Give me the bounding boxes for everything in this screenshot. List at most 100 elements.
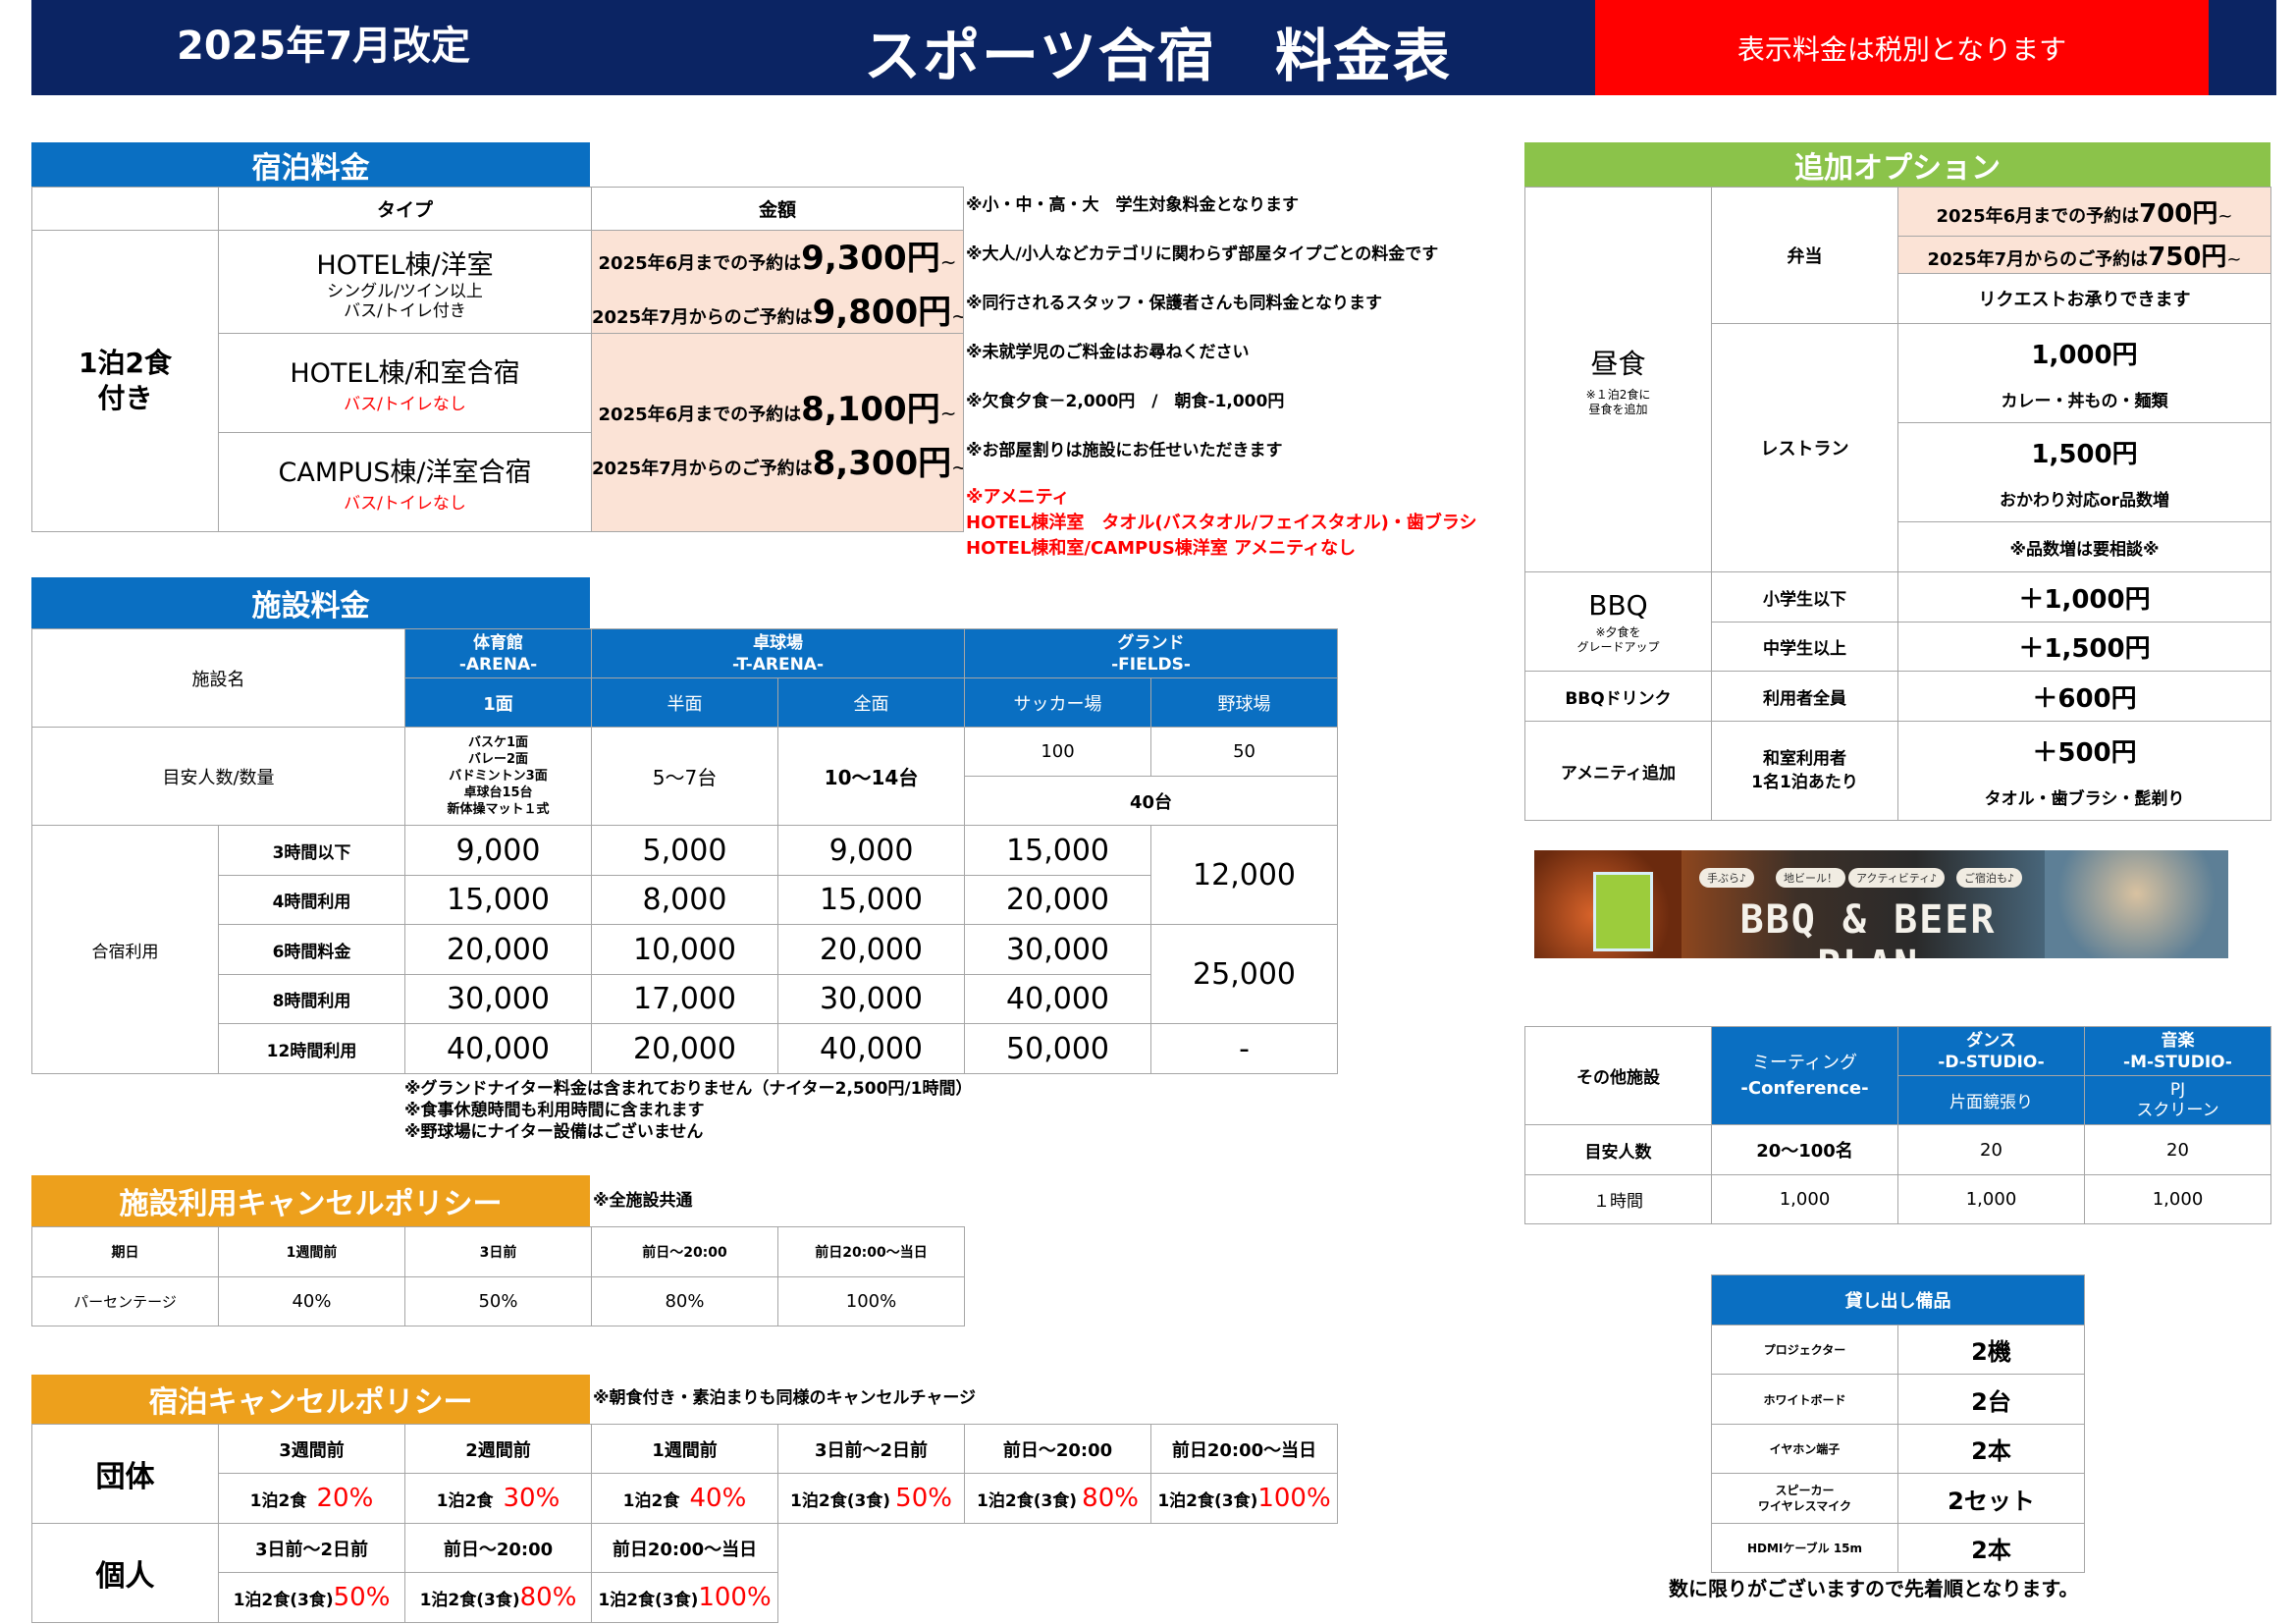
dance-name: ダンス bbox=[1966, 1030, 2016, 1051]
soccer-header: サッカー場 bbox=[964, 677, 1152, 728]
cancel-pct: 100% bbox=[1257, 1484, 1331, 1513]
banner-tag: ご宿泊も♪ bbox=[1956, 868, 2023, 888]
rental-qty: 2本 bbox=[1897, 1523, 2085, 1573]
facility-section-title: 施設料金 bbox=[31, 577, 590, 628]
meal-label: 1泊2食(3食) bbox=[1157, 1491, 1258, 1511]
t-half-capacity: 5～7台 bbox=[591, 727, 778, 826]
price-cell: 40,000 bbox=[404, 1023, 592, 1074]
amenity-note: HOTEL棟洋室 タオル(バスタオル/フェイスタオル)・歯ブラシ bbox=[966, 513, 1477, 533]
amenity-label: アメニティ追加 bbox=[1524, 721, 1712, 821]
price-cell: 20,000 bbox=[591, 1023, 778, 1074]
usage-label: 合宿利用 bbox=[31, 825, 219, 1074]
facility-table: 施設名 体育館 -ARENA- 卓球場 -T-ARENA- グランド -FIEL… bbox=[31, 628, 1339, 1074]
facility-cancel-title: 施設利用キャンセルポリシー bbox=[31, 1175, 590, 1226]
bento-label: 弁当 bbox=[1711, 187, 1898, 324]
price-shared: 2025年6月までの予約は8,100円~ 2025年7月からのご予約は8,300… bbox=[591, 333, 964, 532]
bbq-beer-banner[interactable]: 手ぶら♪ 地ビール！ アクティビティ♪ ご宿泊も♪ BBQ & BEER PLA… bbox=[1534, 850, 2228, 958]
group-header: 3週間前 bbox=[218, 1424, 405, 1474]
arena-capacity-item: 卓球台15台 bbox=[463, 785, 533, 800]
room-sub: バス/トイレ付き bbox=[344, 300, 466, 321]
other-facilities-table: その他施設 ミーティング -Conference- ダンス -D-STUDIO-… bbox=[1524, 1026, 2271, 1224]
music-name: 音楽 bbox=[2161, 1030, 2195, 1051]
rest-note: ※品数増は要相談※ bbox=[1897, 521, 2271, 572]
price-label: 2025年7月からのご予約は bbox=[592, 307, 813, 328]
other-label: その他施設 bbox=[1524, 1026, 1712, 1125]
drink-image bbox=[1593, 872, 1653, 951]
t-full-capacity: 10～14台 bbox=[776, 727, 966, 826]
options-table: 昼食 ※１泊2食に 昼食を追加 弁当 2025年6月までの予約は700円~ 20… bbox=[1524, 187, 2271, 821]
facility-note: ※野球場にナイター設備はございません bbox=[404, 1122, 704, 1142]
restaurant-price-2: 1,500円 おかわり対応or品数増 bbox=[1897, 422, 2271, 522]
room-name: HOTEL棟/洋室 bbox=[316, 249, 494, 281]
page-title: スポーツ合宿 料金表 bbox=[864, 23, 1452, 89]
price-cell: 15,000 bbox=[964, 825, 1152, 876]
arena-name: 体育館 bbox=[473, 632, 523, 653]
usage-row-label: 12時間利用 bbox=[218, 1023, 405, 1074]
group-label: 団体 bbox=[31, 1424, 219, 1524]
price-cell: 5,000 bbox=[591, 825, 778, 876]
capacity-value: 20 bbox=[1897, 1124, 2085, 1175]
lodging-note: ※未就学児のご料金はお尋ねください bbox=[966, 343, 1250, 362]
price-cell: 8,000 bbox=[591, 875, 778, 925]
cancel-pct: 40% bbox=[218, 1276, 405, 1326]
arena-capacity-item: 新体操マット１式 bbox=[447, 802, 550, 817]
lodging-note: ※小・中・高・大 学生対象料金となります bbox=[966, 195, 1300, 215]
cancel-header: 前日～20:00 bbox=[591, 1226, 778, 1277]
rental-qty: 2本 bbox=[1897, 1424, 2085, 1474]
bento-price-2: 2025年7月からのご予約は750円~ bbox=[1897, 236, 2271, 274]
music-code: -M-STUDIO- bbox=[2123, 1052, 2232, 1072]
price-label: 2025年6月までの予約は bbox=[598, 404, 802, 425]
room-hotel-western: HOTEL棟/洋室 シングル/ツイン以上 バス/トイレ付き bbox=[218, 230, 592, 334]
restaurant-price-1: 1,000円 カレー・丼もの・麺類 bbox=[1897, 323, 2271, 423]
tilde: ~ bbox=[2217, 206, 2233, 227]
price-value: 1,500円 bbox=[2031, 440, 2138, 469]
individual-header: 前日20:00～当日 bbox=[591, 1523, 778, 1573]
rental-item: プロジェクター bbox=[1711, 1325, 1898, 1375]
meeting-header: ミーティング -Conference- bbox=[1711, 1026, 1898, 1125]
cancel-pct: 40% bbox=[689, 1484, 747, 1513]
price-cell: 10,000 bbox=[591, 924, 778, 975]
bbq-elem-price: ＋1,000円 bbox=[1897, 571, 2271, 623]
facility-notes: ※グランドナイター料金は含まれておりません（ナイター2,500円/1時間） ※食… bbox=[404, 1078, 972, 1143]
capacity-label: 目安人数 bbox=[1524, 1124, 1712, 1175]
price-cell: 20,000 bbox=[404, 924, 592, 975]
t-arena-half: 半面 bbox=[591, 677, 778, 728]
price-cell: 20,000 bbox=[964, 875, 1152, 925]
baseball-capacity: 50 bbox=[1150, 727, 1339, 777]
lodging-blank bbox=[31, 187, 219, 231]
bento-request: リクエストお承りできます bbox=[1897, 273, 2271, 324]
meal-label: 1泊2食 bbox=[249, 1491, 307, 1511]
drink-label: BBQドリンク bbox=[1524, 671, 1712, 722]
price-hotel-western: 2025年6月までの予約は9,300円~ 2025年7月からのご予約は9,800… bbox=[591, 230, 964, 334]
cancel-pct: 100% bbox=[698, 1583, 772, 1612]
t-arena-code: -T-ARENA- bbox=[732, 654, 825, 675]
col-type: タイプ bbox=[218, 187, 592, 231]
hour-price: 1,000 bbox=[1711, 1174, 1898, 1224]
bbq-elem-label: 小学生以下 bbox=[1711, 571, 1898, 623]
arena-code: -ARENA- bbox=[458, 654, 538, 675]
rental-item: ホワイトボード bbox=[1711, 1374, 1898, 1425]
bbq-note: ※夕食を bbox=[1595, 624, 1641, 639]
amenity-price-cell: ＋500円 タオル・歯ブラシ・髭剃り bbox=[1897, 721, 2271, 821]
price-cell: 30,000 bbox=[776, 974, 966, 1024]
rental-title: 貸し出し備品 bbox=[1711, 1274, 2085, 1326]
baseball-price: 12,000 bbox=[1150, 825, 1339, 925]
amenity-desc: タオル・歯ブラシ・髭剃り bbox=[1984, 789, 2185, 809]
restaurant-label: レストラン bbox=[1711, 323, 1898, 572]
people-image bbox=[2045, 850, 2228, 958]
room-name: HOTEL棟/和室合宿 bbox=[290, 358, 520, 389]
price-cell: 30,000 bbox=[964, 924, 1152, 975]
tilde: ~ bbox=[951, 456, 962, 479]
dance-sub: 片面鏡張り bbox=[1897, 1075, 2085, 1125]
room-sub: シングル/ツイン以上 bbox=[327, 281, 483, 301]
rental-qty: 2台 bbox=[1897, 1374, 2085, 1425]
capacity-label: 目安人数/数量 bbox=[31, 727, 405, 826]
tilde: ~ bbox=[951, 304, 962, 328]
tilde: ~ bbox=[939, 401, 957, 425]
soccer-capacity: 100 bbox=[964, 727, 1152, 777]
price-cell: 30,000 bbox=[404, 974, 592, 1024]
group-header: 前日～20:00 bbox=[964, 1424, 1151, 1474]
price-cell: 40,000 bbox=[776, 1023, 966, 1074]
banner-text: BBQ & BEER PLAN bbox=[1739, 897, 1997, 958]
cancel-header: 前日20:00～当日 bbox=[777, 1226, 965, 1277]
